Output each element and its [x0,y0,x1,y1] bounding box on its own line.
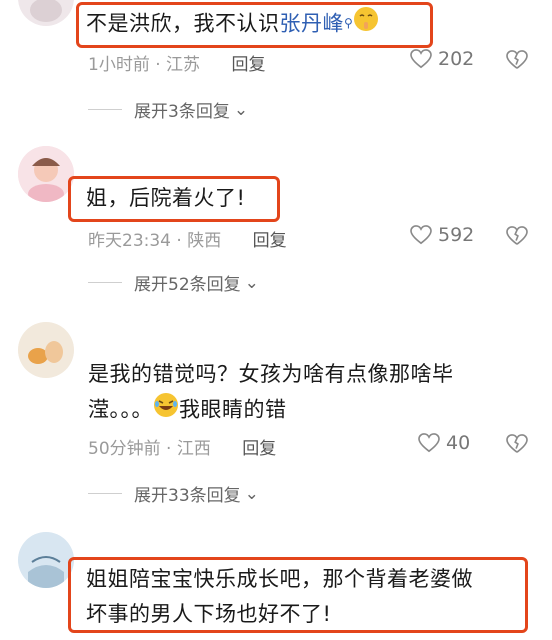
comment-line-1: 是我的错觉吗？女孩为啥有点像那啥毕 [88,362,454,386]
chevron-down-icon: ⌄ [244,483,259,504]
divider [88,493,122,494]
dislike-button[interactable] [506,434,528,458]
comment-meta: 50分钟前 · 江西 回复 [88,439,277,459]
broken-heart-icon [506,226,528,245]
like-count: 202 [438,48,475,70]
laughing-tears-emoji-icon [153,392,179,429]
heart-icon [418,433,440,453]
reply-button[interactable]: 回复 [231,55,265,75]
comment-line-2: 滢。。。 我眼睛的错 [88,392,454,429]
comment-text: 姐姐陪宝宝快乐成长吧，那个背着老婆做 坏事的男人下场也好不了! [86,562,473,632]
expand-replies-button[interactable]: 展开3条回复 ⌄ [88,97,248,122]
avatar[interactable] [18,146,74,202]
search-icon[interactable]: ⚲ [344,16,353,30]
broken-heart-icon [506,434,528,453]
comment-line-1: 姐姐陪宝宝快乐成长吧，那个背着老婆做 [86,567,473,591]
heart-icon [410,225,432,245]
comment-text: 姐，后院着火了! [86,186,246,210]
like-button[interactable]: 592 [410,224,474,246]
avatar[interactable] [18,0,74,26]
expand-replies-button[interactable]: 展开52条回复 ⌄ [88,270,259,295]
comment-text: 不是洪欣，我不认识张丹峰⚲ [86,6,379,43]
avatar[interactable] [18,322,74,378]
reply-button[interactable]: 回复 [242,439,276,459]
like-button[interactable]: 202 [410,48,474,70]
like-count: 592 [438,224,475,246]
chevron-down-icon: ⌄ [233,99,249,120]
heart-icon [410,49,432,69]
like-count: 40 [446,432,471,454]
comment-text: 是我的错觉吗？女孩为啥有点像那啥毕 滢。。。 我眼睛的错 [88,357,454,429]
avatar[interactable] [18,532,74,588]
comment-line-2: 坏事的男人下场也好不了! [86,602,332,626]
expand-replies-button[interactable]: 展开33条回复 ⌄ [88,481,259,506]
divider [88,282,122,283]
comment-meta: 昨天23:34 · 陕西 回复 [88,231,287,251]
divider [88,109,122,110]
dislike-button[interactable] [506,50,528,74]
chevron-down-icon: ⌄ [244,272,259,293]
comment-meta: 1小时前 · 江苏 回复 [88,55,266,75]
dislike-button[interactable] [506,226,528,250]
broken-heart-icon [506,50,528,69]
like-button[interactable]: 40 [418,432,470,454]
shush-emoji-icon [353,6,379,43]
reply-button[interactable]: 回复 [253,231,287,251]
mention-link[interactable]: 张丹峰 [280,12,345,36]
